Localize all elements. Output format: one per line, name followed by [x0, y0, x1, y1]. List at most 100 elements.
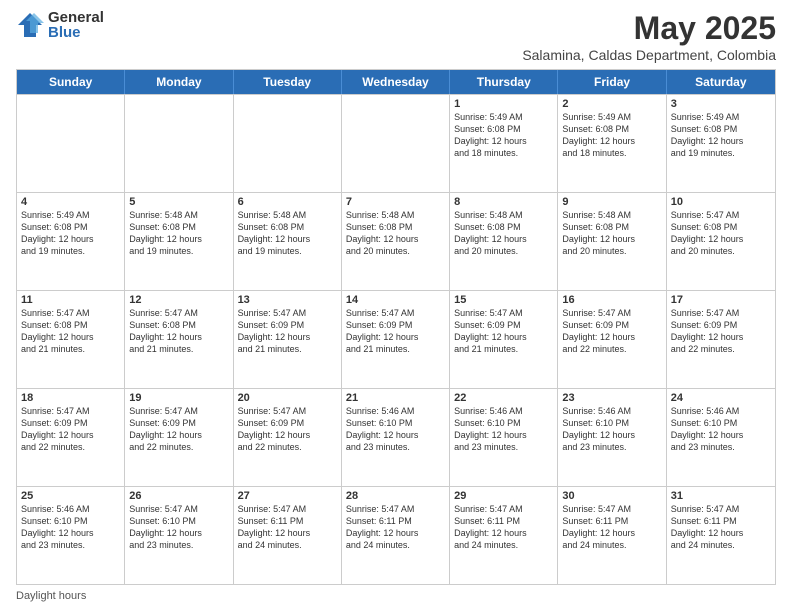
day-number: 22	[454, 392, 553, 404]
day-info: Sunrise: 5:49 AM Sunset: 6:08 PM Dayligh…	[21, 209, 120, 258]
day-info: Sunrise: 5:47 AM Sunset: 6:09 PM Dayligh…	[21, 405, 120, 454]
day-info: Sunrise: 5:47 AM Sunset: 6:11 PM Dayligh…	[238, 503, 337, 552]
cal-cell-1-5: 1Sunrise: 5:49 AM Sunset: 6:08 PM Daylig…	[450, 95, 558, 192]
logo-icon	[16, 11, 44, 39]
day-info: Sunrise: 5:46 AM Sunset: 6:10 PM Dayligh…	[21, 503, 120, 552]
day-number: 20	[238, 392, 337, 404]
day-number: 28	[346, 490, 445, 502]
day-number: 19	[129, 392, 228, 404]
cal-cell-3-5: 15Sunrise: 5:47 AM Sunset: 6:09 PM Dayli…	[450, 291, 558, 388]
day-number: 12	[129, 294, 228, 306]
day-number: 13	[238, 294, 337, 306]
day-info: Sunrise: 5:48 AM Sunset: 6:08 PM Dayligh…	[562, 209, 661, 258]
cal-cell-5-2: 26Sunrise: 5:47 AM Sunset: 6:10 PM Dayli…	[125, 487, 233, 584]
cal-cell-4-6: 23Sunrise: 5:46 AM Sunset: 6:10 PM Dayli…	[558, 389, 666, 486]
day-info: Sunrise: 5:47 AM Sunset: 6:10 PM Dayligh…	[129, 503, 228, 552]
cal-cell-2-2: 5Sunrise: 5:48 AM Sunset: 6:08 PM Daylig…	[125, 193, 233, 290]
day-info: Sunrise: 5:46 AM Sunset: 6:10 PM Dayligh…	[454, 405, 553, 454]
cal-cell-5-4: 28Sunrise: 5:47 AM Sunset: 6:11 PM Dayli…	[342, 487, 450, 584]
day-number: 23	[562, 392, 661, 404]
day-number: 27	[238, 490, 337, 502]
day-number: 29	[454, 490, 553, 502]
day-number: 5	[129, 196, 228, 208]
day-info: Sunrise: 5:47 AM Sunset: 6:09 PM Dayligh…	[238, 307, 337, 356]
cal-cell-3-6: 16Sunrise: 5:47 AM Sunset: 6:09 PM Dayli…	[558, 291, 666, 388]
day-number: 7	[346, 196, 445, 208]
calendar-subtitle: Salamina, Caldas Department, Colombia	[522, 47, 776, 63]
cal-cell-5-3: 27Sunrise: 5:47 AM Sunset: 6:11 PM Dayli…	[234, 487, 342, 584]
day-number: 2	[562, 98, 661, 110]
day-info: Sunrise: 5:47 AM Sunset: 6:09 PM Dayligh…	[454, 307, 553, 356]
logo: General Blue	[16, 10, 104, 40]
cal-cell-1-2	[125, 95, 233, 192]
header-monday: Monday	[125, 70, 233, 94]
day-number: 1	[454, 98, 553, 110]
cal-cell-4-4: 21Sunrise: 5:46 AM Sunset: 6:10 PM Dayli…	[342, 389, 450, 486]
cal-cell-2-1: 4Sunrise: 5:49 AM Sunset: 6:08 PM Daylig…	[17, 193, 125, 290]
calendar-body: 1Sunrise: 5:49 AM Sunset: 6:08 PM Daylig…	[17, 94, 775, 584]
day-info: Sunrise: 5:49 AM Sunset: 6:08 PM Dayligh…	[671, 111, 771, 160]
cal-cell-2-7: 10Sunrise: 5:47 AM Sunset: 6:08 PM Dayli…	[667, 193, 775, 290]
cal-cell-5-5: 29Sunrise: 5:47 AM Sunset: 6:11 PM Dayli…	[450, 487, 558, 584]
day-info: Sunrise: 5:47 AM Sunset: 6:09 PM Dayligh…	[346, 307, 445, 356]
day-number: 6	[238, 196, 337, 208]
day-info: Sunrise: 5:49 AM Sunset: 6:08 PM Dayligh…	[562, 111, 661, 160]
calendar-header: Sunday Monday Tuesday Wednesday Thursday…	[17, 70, 775, 94]
week-row-5: 25Sunrise: 5:46 AM Sunset: 6:10 PM Dayli…	[17, 486, 775, 584]
cal-cell-3-7: 17Sunrise: 5:47 AM Sunset: 6:09 PM Dayli…	[667, 291, 775, 388]
day-number: 3	[671, 98, 771, 110]
cal-cell-3-4: 14Sunrise: 5:47 AM Sunset: 6:09 PM Dayli…	[342, 291, 450, 388]
day-info: Sunrise: 5:48 AM Sunset: 6:08 PM Dayligh…	[238, 209, 337, 258]
cal-cell-2-3: 6Sunrise: 5:48 AM Sunset: 6:08 PM Daylig…	[234, 193, 342, 290]
day-info: Sunrise: 5:48 AM Sunset: 6:08 PM Dayligh…	[454, 209, 553, 258]
cal-cell-4-1: 18Sunrise: 5:47 AM Sunset: 6:09 PM Dayli…	[17, 389, 125, 486]
cal-cell-2-4: 7Sunrise: 5:48 AM Sunset: 6:08 PM Daylig…	[342, 193, 450, 290]
day-info: Sunrise: 5:49 AM Sunset: 6:08 PM Dayligh…	[454, 111, 553, 160]
day-info: Sunrise: 5:47 AM Sunset: 6:09 PM Dayligh…	[671, 307, 771, 356]
day-number: 26	[129, 490, 228, 502]
day-info: Sunrise: 5:46 AM Sunset: 6:10 PM Dayligh…	[671, 405, 771, 454]
day-number: 4	[21, 196, 120, 208]
day-number: 10	[671, 196, 771, 208]
cal-cell-2-6: 9Sunrise: 5:48 AM Sunset: 6:08 PM Daylig…	[558, 193, 666, 290]
week-row-1: 1Sunrise: 5:49 AM Sunset: 6:08 PM Daylig…	[17, 94, 775, 192]
cal-cell-1-6: 2Sunrise: 5:49 AM Sunset: 6:08 PM Daylig…	[558, 95, 666, 192]
header: General Blue May 2025 Salamina, Caldas D…	[16, 10, 776, 63]
day-number: 18	[21, 392, 120, 404]
day-info: Sunrise: 5:47 AM Sunset: 6:08 PM Dayligh…	[671, 209, 771, 258]
footer: Daylight hours	[16, 590, 776, 602]
day-info: Sunrise: 5:47 AM Sunset: 6:09 PM Dayligh…	[129, 405, 228, 454]
day-number: 30	[562, 490, 661, 502]
day-number: 8	[454, 196, 553, 208]
cal-cell-1-7: 3Sunrise: 5:49 AM Sunset: 6:08 PM Daylig…	[667, 95, 775, 192]
cal-cell-5-6: 30Sunrise: 5:47 AM Sunset: 6:11 PM Dayli…	[558, 487, 666, 584]
cal-cell-1-1	[17, 95, 125, 192]
day-info: Sunrise: 5:46 AM Sunset: 6:10 PM Dayligh…	[562, 405, 661, 454]
cal-cell-5-7: 31Sunrise: 5:47 AM Sunset: 6:11 PM Dayli…	[667, 487, 775, 584]
header-sunday: Sunday	[17, 70, 125, 94]
cal-cell-5-1: 25Sunrise: 5:46 AM Sunset: 6:10 PM Dayli…	[17, 487, 125, 584]
cal-cell-3-1: 11Sunrise: 5:47 AM Sunset: 6:08 PM Dayli…	[17, 291, 125, 388]
day-info: Sunrise: 5:47 AM Sunset: 6:08 PM Dayligh…	[129, 307, 228, 356]
cal-cell-1-3	[234, 95, 342, 192]
day-info: Sunrise: 5:47 AM Sunset: 6:11 PM Dayligh…	[346, 503, 445, 552]
week-row-4: 18Sunrise: 5:47 AM Sunset: 6:09 PM Dayli…	[17, 388, 775, 486]
header-tuesday: Tuesday	[234, 70, 342, 94]
header-saturday: Saturday	[667, 70, 775, 94]
day-number: 21	[346, 392, 445, 404]
title-block: May 2025 Salamina, Caldas Department, Co…	[522, 10, 776, 63]
logo-blue: Blue	[48, 25, 104, 40]
cal-cell-4-2: 19Sunrise: 5:47 AM Sunset: 6:09 PM Dayli…	[125, 389, 233, 486]
day-info: Sunrise: 5:48 AM Sunset: 6:08 PM Dayligh…	[346, 209, 445, 258]
day-number: 31	[671, 490, 771, 502]
cal-cell-3-3: 13Sunrise: 5:47 AM Sunset: 6:09 PM Dayli…	[234, 291, 342, 388]
page: General Blue May 2025 Salamina, Caldas D…	[0, 0, 792, 612]
day-info: Sunrise: 5:47 AM Sunset: 6:09 PM Dayligh…	[562, 307, 661, 356]
cal-cell-4-3: 20Sunrise: 5:47 AM Sunset: 6:09 PM Dayli…	[234, 389, 342, 486]
header-friday: Friday	[558, 70, 666, 94]
logo-general: General	[48, 10, 104, 25]
header-thursday: Thursday	[450, 70, 558, 94]
day-number: 25	[21, 490, 120, 502]
calendar: Sunday Monday Tuesday Wednesday Thursday…	[16, 69, 776, 585]
day-number: 16	[562, 294, 661, 306]
